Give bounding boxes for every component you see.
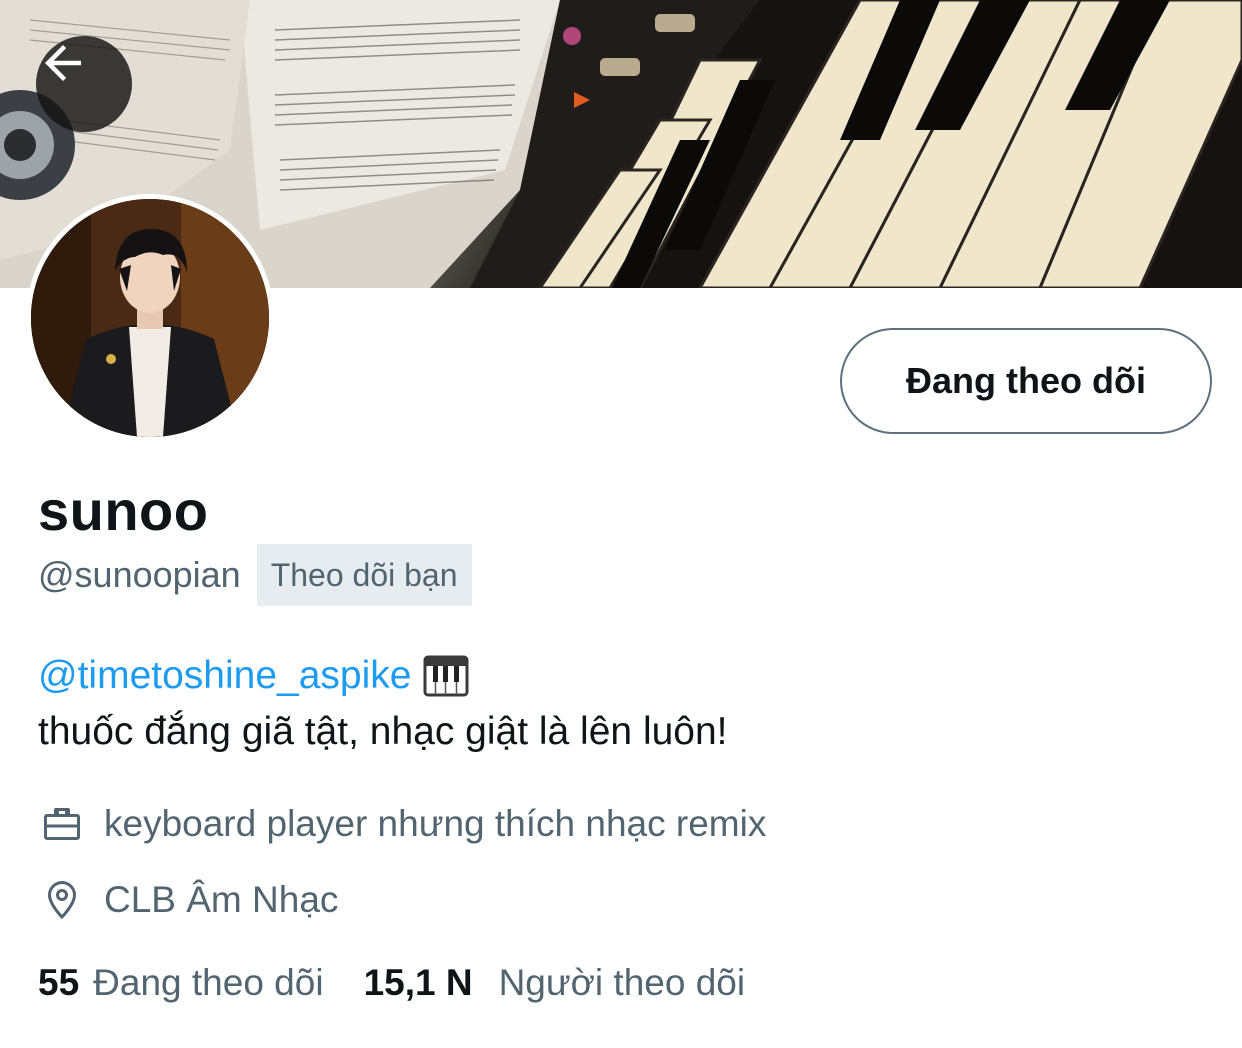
bio-text: thuốc đắng giã tật, nhạc giật là lên luô… <box>38 710 728 753</box>
avatar[interactable] <box>26 194 274 442</box>
follow-stats: 55 Đang theo dõi 15,1 N Người theo dõi <box>38 962 745 1004</box>
location-pin-icon <box>38 876 86 924</box>
display-name: sunoo <box>38 479 209 542</box>
profession-row: keyboard player nhưng thích nhạc remix <box>38 800 766 848</box>
following-label: Đang theo dõi <box>93 962 324 1003</box>
followers-stat-link[interactable]: 15,1 N Người theo dõi <box>364 962 746 1004</box>
following-stat-link[interactable]: 55 Đang theo dõi <box>38 962 324 1004</box>
handle-row: @sunoopian Theo dõi bạn <box>38 544 472 606</box>
profession-text: keyboard player nhưng thích nhạc remix <box>104 803 767 844</box>
bio-mention-link[interactable]: @timetoshine_aspike <box>38 648 411 704</box>
bio: @timetoshine_aspike thuốc đắng giã tật, … <box>38 648 728 760</box>
following-button-label: Đang theo dõi <box>906 360 1146 401</box>
followers-label: Người theo dõi <box>498 962 746 1003</box>
briefcase-icon <box>38 800 86 848</box>
piano-keys-emoji-icon <box>423 653 469 699</box>
back-button[interactable] <box>36 36 132 132</box>
bio-line-1: @timetoshine_aspike <box>38 648 728 704</box>
avatar-image <box>31 199 269 437</box>
profile-page: Đang theo dõi sunoo @sunoopian Theo dõi … <box>0 0 1242 1048</box>
location-row: CLB Âm Nhạc <box>38 876 338 924</box>
following-button[interactable]: Đang theo dõi <box>840 328 1212 434</box>
follows-you-badge: Theo dõi bạn <box>256 544 472 606</box>
arrow-left-icon <box>45 45 81 81</box>
following-count: 55 <box>38 962 80 1003</box>
location-text: CLB Âm Nhạc <box>104 879 339 920</box>
username-handle: @sunoopian <box>38 554 241 595</box>
followers-count: 15,1 N <box>363 962 473 1003</box>
